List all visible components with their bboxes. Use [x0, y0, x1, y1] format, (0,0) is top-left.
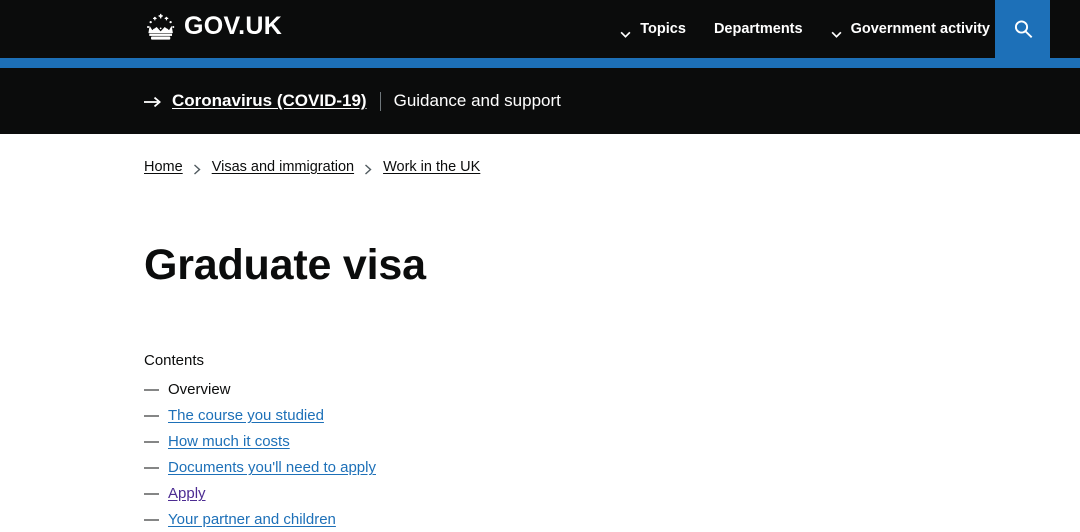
- crown-icon: [144, 13, 178, 41]
- chevron-down-icon: [620, 26, 631, 38]
- contents-item-overview: Overview: [168, 381, 231, 399]
- contents-item-your-partner-and-children[interactable]: Your partner and children: [168, 511, 336, 528]
- bullet-dash: —: [144, 511, 159, 529]
- bullet-dash: —: [144, 459, 159, 477]
- global-header: GOV.UK Topics Departments Government act…: [0, 0, 1080, 58]
- contents-label: Contents: [144, 352, 205, 370]
- bullet-dash: —: [144, 485, 159, 503]
- main-content: Home Visas and immigration Work in the U…: [0, 134, 1080, 532]
- list-item: — Apply: [144, 485, 1080, 511]
- chevron-down-icon: [831, 26, 842, 38]
- list-item: — Your partner and children: [144, 511, 1080, 532]
- bullet-dash: —: [144, 433, 159, 451]
- coronavirus-banner-link[interactable]: Coronavirus (COVID-19): [172, 91, 367, 111]
- list-item: — The course you studied: [144, 407, 1080, 433]
- nav-item-departments[interactable]: Departments: [714, 21, 803, 37]
- breadcrumb-item-visas-and-immigration[interactable]: Visas and immigration: [212, 159, 354, 175]
- contents-item-the-course-you-studied[interactable]: The course you studied: [168, 407, 324, 424]
- search-icon: [1013, 19, 1033, 39]
- chevron-right-icon: [364, 162, 373, 175]
- nav-item-government-activity[interactable]: Government activity: [831, 21, 990, 38]
- coronavirus-banner: Coronavirus (COVID-19) Guidance and supp…: [0, 68, 1080, 134]
- header-navigation: Topics Departments Government activity: [620, 0, 990, 58]
- contents-item-apply[interactable]: Apply: [168, 485, 206, 502]
- list-item: — Documents you'll need to apply: [144, 459, 1080, 485]
- nav-item-government-activity-label: Government activity: [850, 21, 990, 37]
- header-accent-bar: [0, 58, 1080, 68]
- coronavirus-banner-description: Guidance and support: [393, 91, 561, 110]
- nav-item-topics-label: Topics: [640, 21, 686, 37]
- breadcrumb-item-home[interactable]: Home: [144, 159, 183, 175]
- nav-item-departments-label: Departments: [713, 21, 803, 37]
- breadcrumb: Home Visas and immigration Work in the U…: [144, 155, 1080, 179]
- contents-item-documents-youll-need-to-apply[interactable]: Documents you'll need to apply: [168, 459, 376, 476]
- search-button[interactable]: [995, 0, 1050, 58]
- contents-list: — Overview — The course you studied — Ho…: [144, 381, 1080, 532]
- govuk-logo-link[interactable]: GOV.UK: [144, 13, 282, 41]
- bullet-dash: —: [144, 381, 159, 399]
- page-title: Graduate visa: [144, 241, 426, 289]
- bullet-dash: —: [144, 407, 159, 425]
- list-item: — Overview: [144, 381, 1080, 407]
- header-inner: GOV.UK Topics Departments Government act…: [0, 0, 1080, 58]
- chevron-right-icon: [193, 162, 202, 175]
- list-item: — How much it costs: [144, 433, 1080, 459]
- govuk-logo-text: GOV.UK: [184, 12, 283, 40]
- coronavirus-banner-divider: [379, 91, 381, 111]
- breadcrumb-item-work-in-the-uk[interactable]: Work in the UK: [383, 159, 480, 175]
- nav-item-topics[interactable]: Topics: [620, 21, 686, 38]
- arrow-right-icon: [144, 95, 161, 108]
- coronavirus-banner-inner: Coronavirus (COVID-19) Guidance and supp…: [144, 91, 561, 111]
- contents-item-how-much-it-costs[interactable]: How much it costs: [168, 433, 290, 450]
